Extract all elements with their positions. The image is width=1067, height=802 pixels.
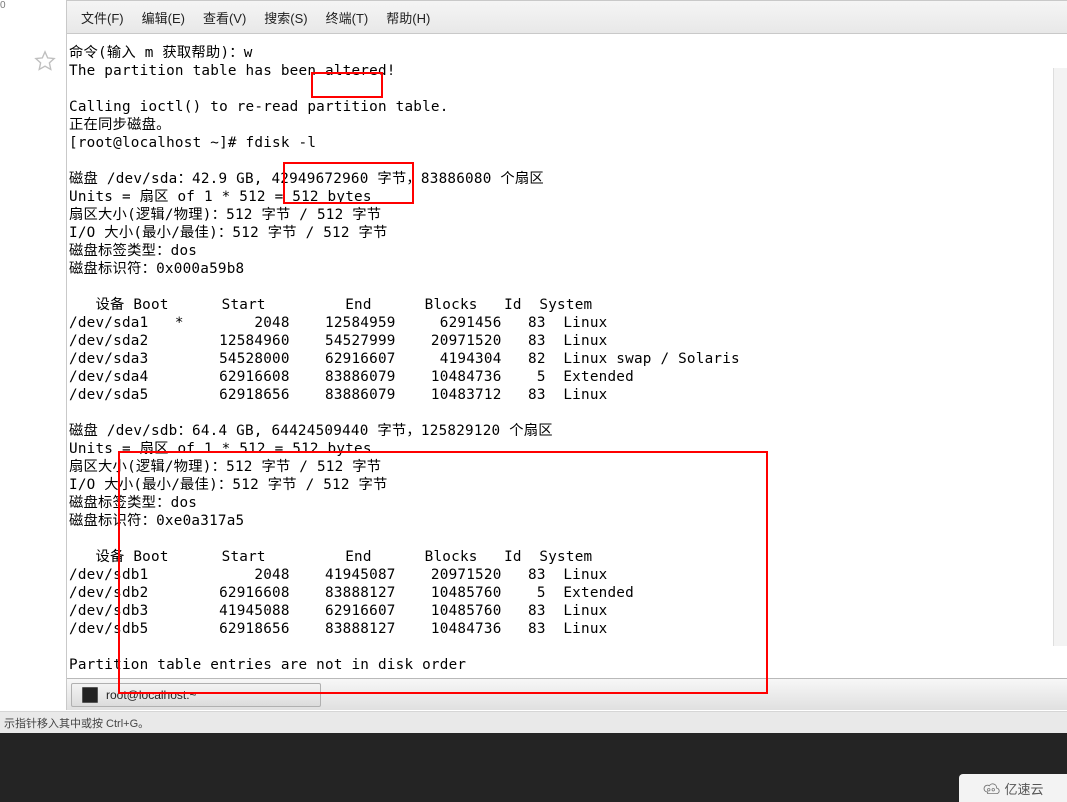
terminal-scrollbar[interactable] bbox=[1053, 68, 1067, 646]
taskbar: root@localhost:~ bbox=[67, 678, 1067, 710]
terminal-output[interactable]: 命令(输入 m 获取帮助)：w The partition table has … bbox=[69, 44, 1065, 674]
menu-terminal[interactable]: 终端(T) bbox=[318, 4, 377, 31]
vm-hint-bar: 示指针移入其中或按 Ctrl+G。 bbox=[0, 711, 1067, 733]
watermark-text: 亿速云 bbox=[1004, 779, 1043, 798]
terminal-window: 文件(F) 编辑(E) 查看(V) 搜索(S) 终端(T) 帮助(H) 命令(输… bbox=[66, 0, 1067, 710]
menu-bar: 文件(F) 编辑(E) 查看(V) 搜索(S) 终端(T) 帮助(H) bbox=[67, 0, 1067, 34]
terminal-icon bbox=[82, 687, 98, 703]
vm-left-strip: 0 bbox=[0, 0, 66, 710]
watermark: 亿速云 bbox=[959, 774, 1067, 802]
menu-file[interactable]: 文件(F) bbox=[73, 4, 132, 31]
bottom-panel bbox=[0, 733, 1067, 802]
star-icon bbox=[34, 50, 56, 72]
menu-help[interactable]: 帮助(H) bbox=[378, 4, 438, 31]
taskbar-terminal-label: root@localhost:~ bbox=[106, 688, 197, 702]
menu-edit[interactable]: 编辑(E) bbox=[134, 4, 193, 31]
zero-label: 0 bbox=[0, 0, 6, 11]
menu-view[interactable]: 查看(V) bbox=[195, 4, 254, 31]
terminal-body[interactable]: 命令(输入 m 获取帮助)：w The partition table has … bbox=[67, 34, 1067, 678]
menu-search[interactable]: 搜索(S) bbox=[256, 4, 315, 31]
cloud-icon bbox=[982, 782, 1000, 794]
taskbar-terminal-button[interactable]: root@localhost:~ bbox=[71, 683, 321, 707]
vm-hint-text: 示指针移入其中或按 Ctrl+G。 bbox=[4, 718, 149, 730]
